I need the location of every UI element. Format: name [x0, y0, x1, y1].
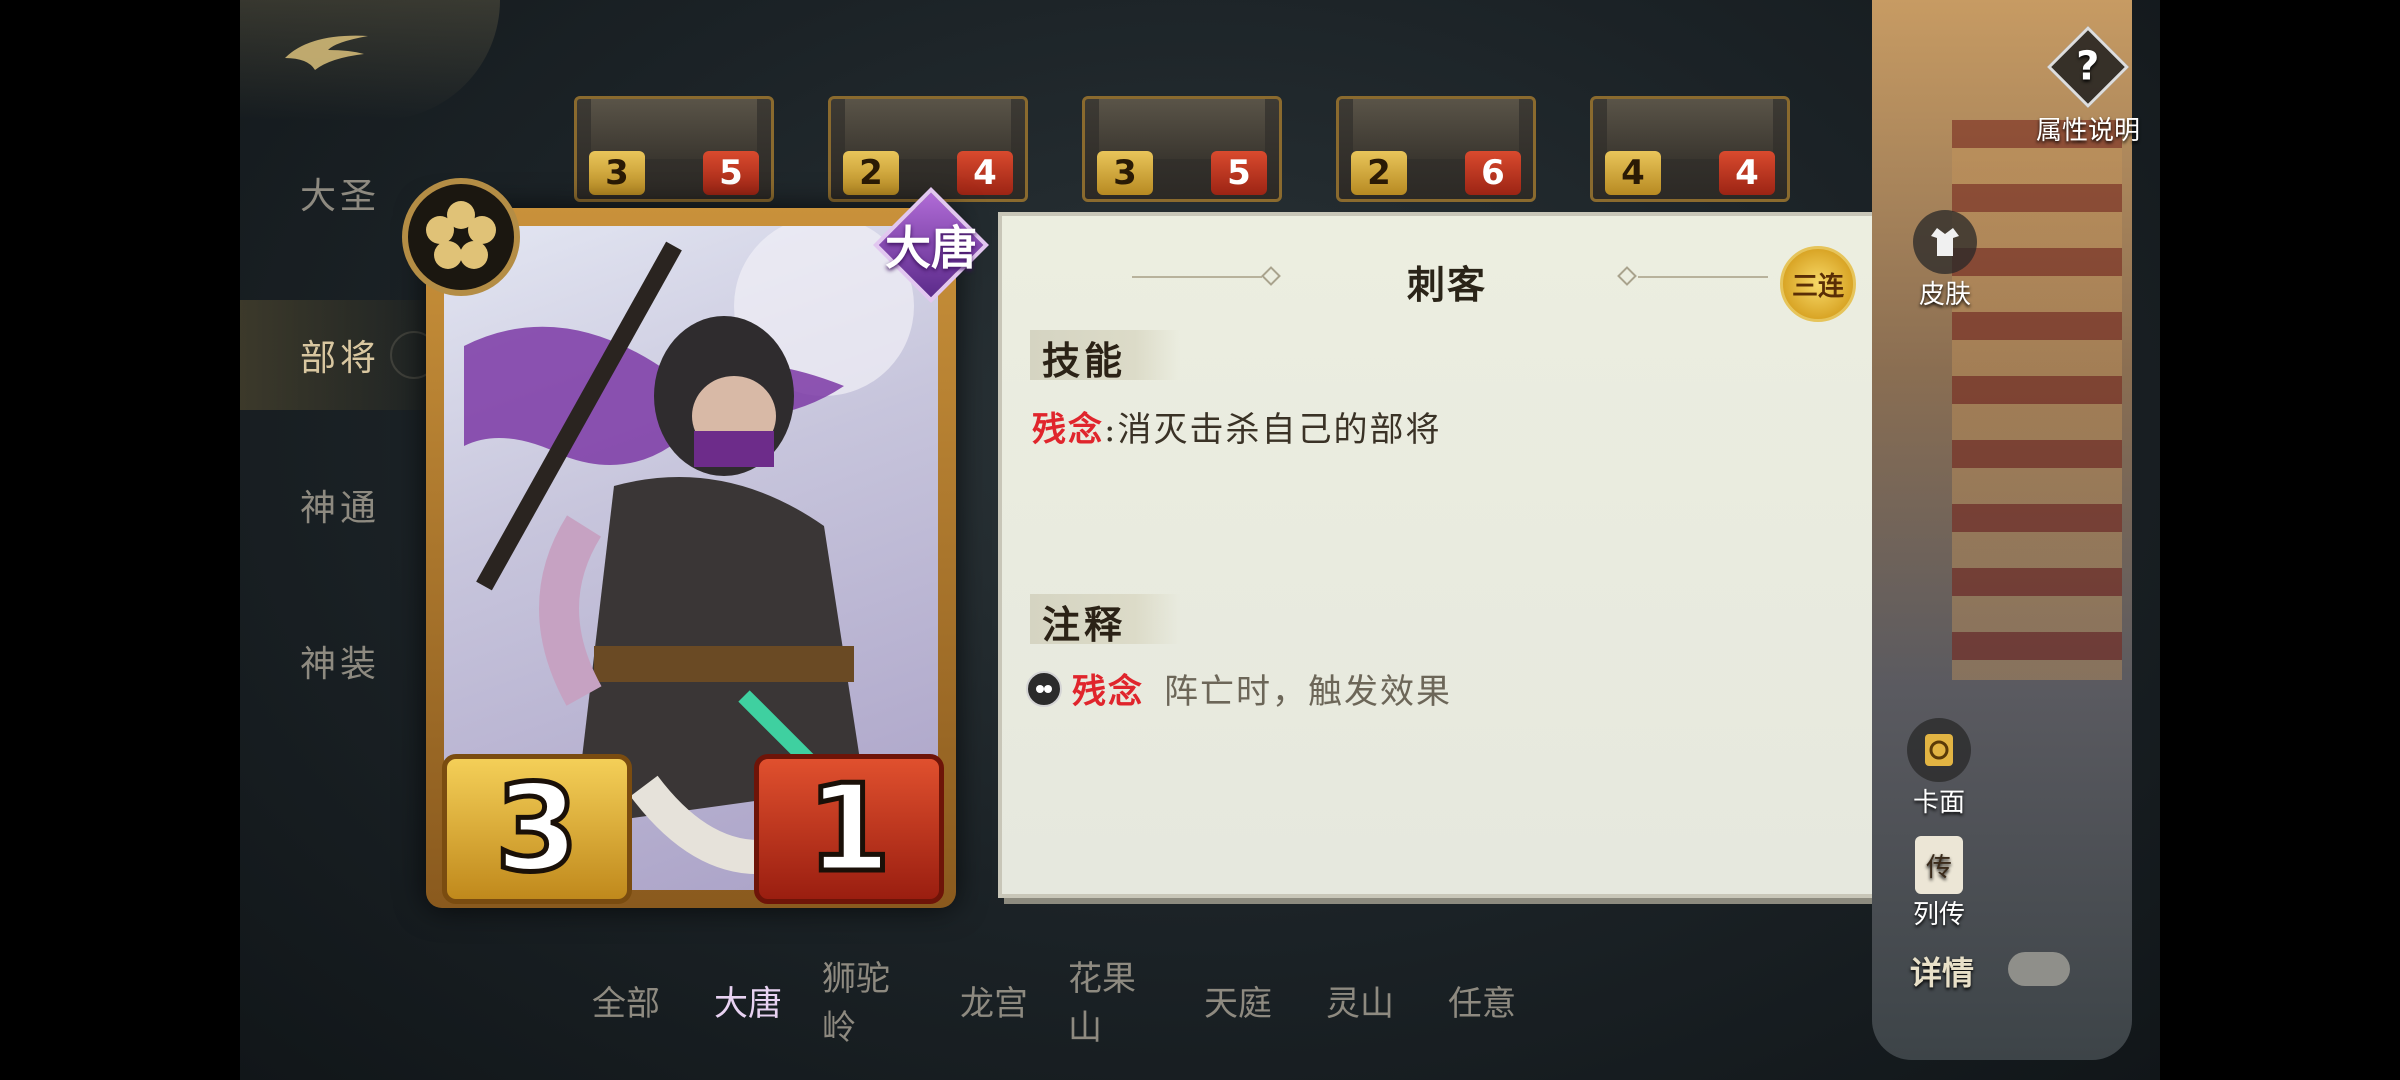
note-keyword: 残念: [1072, 672, 1144, 712]
skill-keyword[interactable]: 残念: [1032, 410, 1104, 450]
filter-label: 灵山: [1326, 983, 1394, 1024]
filter-tianting[interactable]: 天庭: [1188, 960, 1288, 1040]
filter-datang[interactable]: 大唐: [698, 960, 798, 1040]
card-face-icon: [1907, 718, 1971, 782]
card-health: 4: [1719, 151, 1775, 195]
card-face-label: 卡面: [1912, 788, 1965, 818]
card-health: 5: [703, 151, 759, 195]
faction-emblem: [402, 178, 520, 296]
card-thumbnail[interactable]: 2 6: [1336, 96, 1536, 202]
skill-heading: 技能: [1030, 330, 1180, 383]
skill-text: 消灭击杀自己的部将: [1117, 410, 1442, 450]
filter-shituoling[interactable]: 狮驼岭: [822, 959, 922, 1048]
card-thumbnail[interactable]: 2 4: [828, 96, 1028, 202]
attribute-help-button[interactable]: ? 属性说明: [2028, 25, 2148, 147]
title-divider: [1638, 276, 1768, 278]
card-name: 刺客: [1406, 262, 1487, 307]
card-attack: 2: [1351, 151, 1407, 195]
card-face-button[interactable]: 卡面: [1894, 718, 1984, 819]
game-screen: 大圣 部将 神通 神装 3 5 2 4 3 5 2 6 4 4 大唐 3 1 刺…: [240, 0, 2160, 1080]
biography-label: 列传: [1912, 900, 1965, 930]
detail-label: 详情: [1910, 954, 1975, 992]
card-health: 4: [957, 151, 1013, 195]
triple-badge: 三连: [1780, 246, 1856, 322]
card-thumbnail[interactable]: 3 5: [574, 96, 774, 202]
filter-label: 狮驼岭: [822, 959, 890, 1048]
pagoda-illustration: [1952, 120, 2122, 680]
card-thumbnail[interactable]: 4 4: [1590, 96, 1790, 202]
game-logo-icon: [285, 35, 368, 70]
note-text: 阵亡时，触发效果: [1164, 672, 1452, 712]
skill-description: 残念:消灭击杀自己的部将: [1032, 402, 1441, 451]
skull-icon: [1026, 670, 1062, 707]
flower-emblem-icon: [426, 201, 496, 269]
card-art: [1353, 99, 1519, 159]
help-icon: ?: [2046, 25, 2130, 109]
nav-label: 部将: [299, 338, 380, 379]
filter-label: 任意: [1448, 983, 1516, 1024]
filter-lingshan[interactable]: 灵山: [1310, 960, 1410, 1040]
card-attack: 3: [442, 754, 632, 904]
card-attack: 3: [1097, 151, 1153, 195]
skin-button[interactable]: 皮肤: [1900, 210, 1990, 311]
header-decoration: [240, 0, 500, 120]
card-health: 5: [1211, 151, 1267, 195]
card-info-panel: 刺客 三连 技能 残念:消灭击杀自己的部将 注释 残念 阵亡时，触发效果: [998, 212, 1896, 898]
filter-label: 天庭: [1204, 983, 1272, 1024]
nav-item-shentong[interactable]: 神通: [240, 450, 440, 560]
card-thumbnail[interactable]: 3 5: [1082, 96, 1282, 202]
filter-label: 全部: [592, 983, 660, 1024]
note-heading: 注释: [1030, 594, 1180, 647]
card-attack: 3: [589, 151, 645, 195]
card-art: [591, 99, 757, 159]
faction-badge: 大唐: [873, 187, 989, 303]
robe-icon: [1913, 210, 1977, 274]
card-art: [845, 99, 1011, 159]
filter-renyi[interactable]: 任意: [1432, 960, 1532, 1040]
filter-label: 大唐: [714, 983, 782, 1024]
filter-longgong[interactable]: 龙宫: [944, 960, 1044, 1040]
filter-label: 龙宫: [960, 983, 1028, 1024]
faction-label: 大唐: [885, 221, 977, 275]
nav-label: 神装: [299, 644, 380, 685]
card-health: 6: [1465, 151, 1521, 195]
card-attack: 4: [1605, 151, 1661, 195]
attribute-help-label: 属性说明: [2035, 116, 2140, 146]
nav-label: 神通: [299, 488, 380, 529]
filter-label: 花果山: [1068, 959, 1136, 1048]
card-health: 1: [754, 754, 944, 904]
card-art: [1607, 99, 1773, 159]
biography-button[interactable]: 传 列传: [1894, 836, 1984, 931]
nav-item-shenzhuang[interactable]: 神装: [240, 606, 440, 716]
filter-huaguoshan[interactable]: 花果山: [1068, 959, 1168, 1048]
triple-badge-label: 三连: [1791, 271, 1844, 302]
skill-separator: :: [1104, 410, 1118, 450]
skin-label: 皮肤: [1918, 280, 1971, 310]
nav-item-bujiang[interactable]: 部将: [240, 300, 440, 410]
filter-all[interactable]: 全部: [576, 960, 676, 1040]
note-description: 残念 阵亡时，触发效果: [1026, 664, 1452, 713]
detail-toggle[interactable]: [2008, 952, 2070, 986]
card-attack: 2: [843, 151, 899, 195]
nav-label: 大圣: [299, 176, 380, 217]
card-art: [1099, 99, 1265, 159]
scroll-icon: 传: [1915, 836, 1963, 894]
